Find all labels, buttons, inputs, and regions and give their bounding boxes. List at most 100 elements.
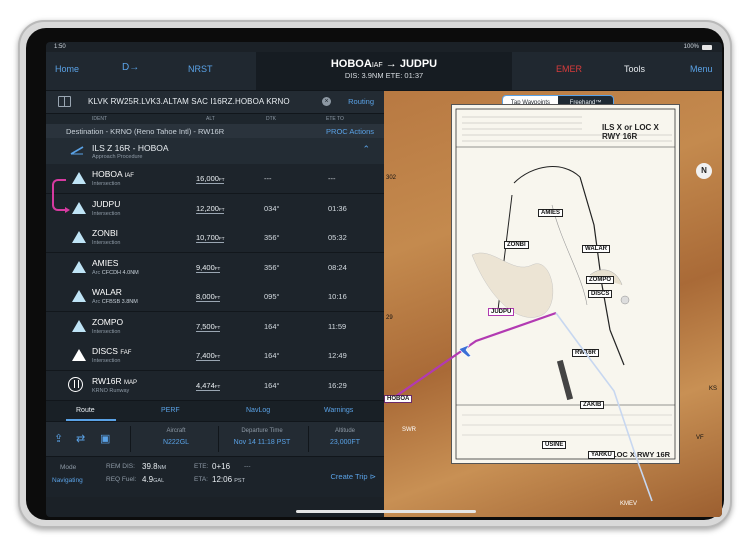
leg-from-suffix: IAF xyxy=(371,62,383,69)
waypoint-altitude[interactable]: 7,500FT xyxy=(196,321,221,332)
bottom-tabs: Route PERF NavLog Warnings xyxy=(46,400,384,421)
send-to-device-icon[interactable]: ▣ xyxy=(100,432,110,445)
departure-value[interactable]: Nov 14 11:18 PST xyxy=(222,439,302,446)
ete-value: 0+16 xyxy=(212,462,231,471)
leg-arrow: → xyxy=(385,58,397,70)
route-line-overlay xyxy=(385,311,653,502)
chevron-up-icon[interactable]: ⌃ xyxy=(362,144,370,155)
procedure-row[interactable]: ILS Z 16R - HOBOA Approach Procedure ⌃ xyxy=(46,138,384,164)
altitude-number: 8,000 xyxy=(196,292,215,301)
rem-dis-number: 39.8 xyxy=(142,462,158,471)
waypoint-row[interactable]: ZOMPO Intersection 7,500FT 164° 11:59 xyxy=(46,311,384,342)
waypoint-ident: RW16R xyxy=(92,375,122,386)
waypoint-row[interactable]: JUDPU Intersection 12,200FT 034° 01:36 xyxy=(46,193,384,224)
route-string-bar[interactable]: KLVK RW25R.LVK3.ALTAM SAC I16RZ.HOBOA KR… xyxy=(46,91,384,114)
waypoint-name: AMIES xyxy=(92,258,118,268)
waypoint-ident: HOBOA xyxy=(92,169,123,179)
reverse-route-icon[interactable]: ⇄ xyxy=(76,432,85,445)
waypoint-type: Intersection xyxy=(92,328,121,335)
routing-button[interactable]: Routing xyxy=(348,97,374,106)
leg-distance-ete: DIS: 3.9NM ETE: 01:37 xyxy=(344,71,424,80)
runway-icon xyxy=(68,376,83,392)
altitude-value[interactable]: 23,000FT xyxy=(312,439,378,446)
direct-to-button[interactable]: D→ xyxy=(122,62,139,73)
tab-navlog[interactable]: NavLog xyxy=(246,407,270,414)
waypoint-type: Intersection xyxy=(92,240,121,246)
waypoint-altitude[interactable]: 12,200FT xyxy=(196,203,225,214)
waypoint-ete: 05:32 xyxy=(328,233,347,242)
tab-warnings[interactable]: Warnings xyxy=(324,407,353,414)
mode-value[interactable]: Navigating xyxy=(52,477,83,484)
eta-label: ETA: xyxy=(194,476,208,483)
waypoint-arc: CFBSB 3.8NM xyxy=(101,299,138,305)
waypoint-dtk: 034° xyxy=(264,203,280,213)
waypoint-desc: Arc CFCDH 4.0NM xyxy=(92,270,139,276)
altitude-number: 12,200 xyxy=(196,203,219,213)
intersection-triangle-icon xyxy=(72,319,86,332)
emer-button[interactable]: EMER xyxy=(556,64,582,74)
req-fuel-unit: GAL xyxy=(153,478,165,484)
altitude-unit: FT xyxy=(214,354,221,359)
nrst-button[interactable]: NRST xyxy=(188,64,213,74)
tools-button[interactable]: Tools xyxy=(624,64,645,74)
share-icon[interactable]: ⇪ xyxy=(54,432,63,445)
waypoint-altitude[interactable]: 9,400FT xyxy=(196,263,221,273)
waypoint-ident: WALAR xyxy=(92,287,122,297)
waypoint-dtk: 164° xyxy=(264,380,280,390)
destination-row[interactable]: Destination - KRNO (Reno Tahoe Intl) - R… xyxy=(46,124,384,138)
proc-actions[interactable]: PROC Actions xyxy=(326,127,374,136)
active-leg-banner[interactable]: HOBOAIAF → JUDPU DIS: 3.9NM ETE: 01:37 xyxy=(256,52,512,90)
waypoint-row[interactable]: DISCS FAF Intersection 7,400FT 164° 12:49 xyxy=(46,341,384,371)
waypoint-altitude[interactable]: 10,700FT xyxy=(196,233,225,243)
waypoint-altitude[interactable]: 16,000FT xyxy=(196,174,225,184)
waypoint-altitude[interactable]: 4,474FT xyxy=(196,381,221,391)
altitude-number: 7,500 xyxy=(196,321,215,331)
intersection-triangle-icon xyxy=(72,231,86,243)
waypoint-dtk: 095° xyxy=(264,292,280,301)
tab-route[interactable]: Route xyxy=(76,407,95,414)
menu-button[interactable]: Menu xyxy=(690,64,713,74)
proc-link[interactable]: PROC xyxy=(326,127,348,136)
create-trip-label: Create Trip xyxy=(330,472,368,481)
map-judpu-label[interactable]: JUDPU xyxy=(488,308,515,316)
waypoint-desc: Arc CFBSB 3.8NM xyxy=(92,299,138,305)
waypoint-type: Intersection xyxy=(92,210,121,217)
tab-perf[interactable]: PERF xyxy=(161,407,180,414)
aircraft-label: Aircraft xyxy=(166,428,186,434)
home-button[interactable]: Home xyxy=(55,64,79,74)
altitude-unit: FT xyxy=(218,236,225,241)
waypoint-row[interactable]: WALAR Arc CFBSB 3.8NM 8,000FT 095° 10:16 xyxy=(46,282,384,312)
create-trip-button[interactable]: Create Trip ⊳ xyxy=(331,472,377,481)
battery-percent: 100% xyxy=(683,44,699,50)
map-view[interactable]: Tap Waypoints Freehand™ 302 29 SWR KS VF… xyxy=(384,91,722,517)
waypoint-suffix: FAF xyxy=(120,350,132,356)
waypoint-row[interactable]: AMIES Arc CFCDH 4.0NM 9,400FT 356° 08:24 xyxy=(46,252,384,283)
book-icon[interactable] xyxy=(58,96,71,107)
active-leg-bracket-icon xyxy=(52,179,70,213)
aircraft-value[interactable]: N222GL xyxy=(146,439,206,446)
waypoint-name: RW16R MAP xyxy=(92,376,137,386)
intersection-triangle-icon xyxy=(72,349,86,361)
waypoint-row[interactable]: ZONBI Intersection 10,700FT 356° 05:32 xyxy=(46,223,384,253)
waypoint-name: WALAR xyxy=(92,287,122,297)
waypoint-type: KRNO Runway xyxy=(92,387,130,394)
compass-icon[interactable]: N xyxy=(696,163,712,179)
waypoint-altitude[interactable]: 8,000FT xyxy=(196,292,221,302)
eta-unit: PST xyxy=(234,478,245,484)
waypoint-ident: ZONBI xyxy=(92,228,118,238)
chevron-right-icon: ⊳ xyxy=(369,472,376,481)
waypoint-name: DISCS FAF xyxy=(92,346,131,356)
clear-route-icon[interactable]: × xyxy=(322,97,331,106)
waypoint-row[interactable]: RW16R MAP KRNO Runway 4,474FT 164° 16:29 xyxy=(46,370,384,401)
intersection-triangle-icon xyxy=(72,172,86,184)
req-fuel-number: 4.9 xyxy=(142,475,154,484)
waypoint-row[interactable]: HOBOA IAF Intersection 16,000FT --- --- xyxy=(46,164,384,194)
waypoint-ete: 12:49 xyxy=(328,351,347,360)
map-hoboa-label[interactable]: HOBOA xyxy=(384,395,413,403)
altitude-label: Altitude xyxy=(334,428,355,434)
waypoint-altitude[interactable]: 7,400FT xyxy=(196,351,221,361)
column-headers: IDENT ALT DTK ETE TO xyxy=(46,114,384,124)
battery-icon xyxy=(702,44,712,50)
home-indicator xyxy=(296,510,476,513)
actions-link[interactable]: Actions xyxy=(349,127,374,136)
